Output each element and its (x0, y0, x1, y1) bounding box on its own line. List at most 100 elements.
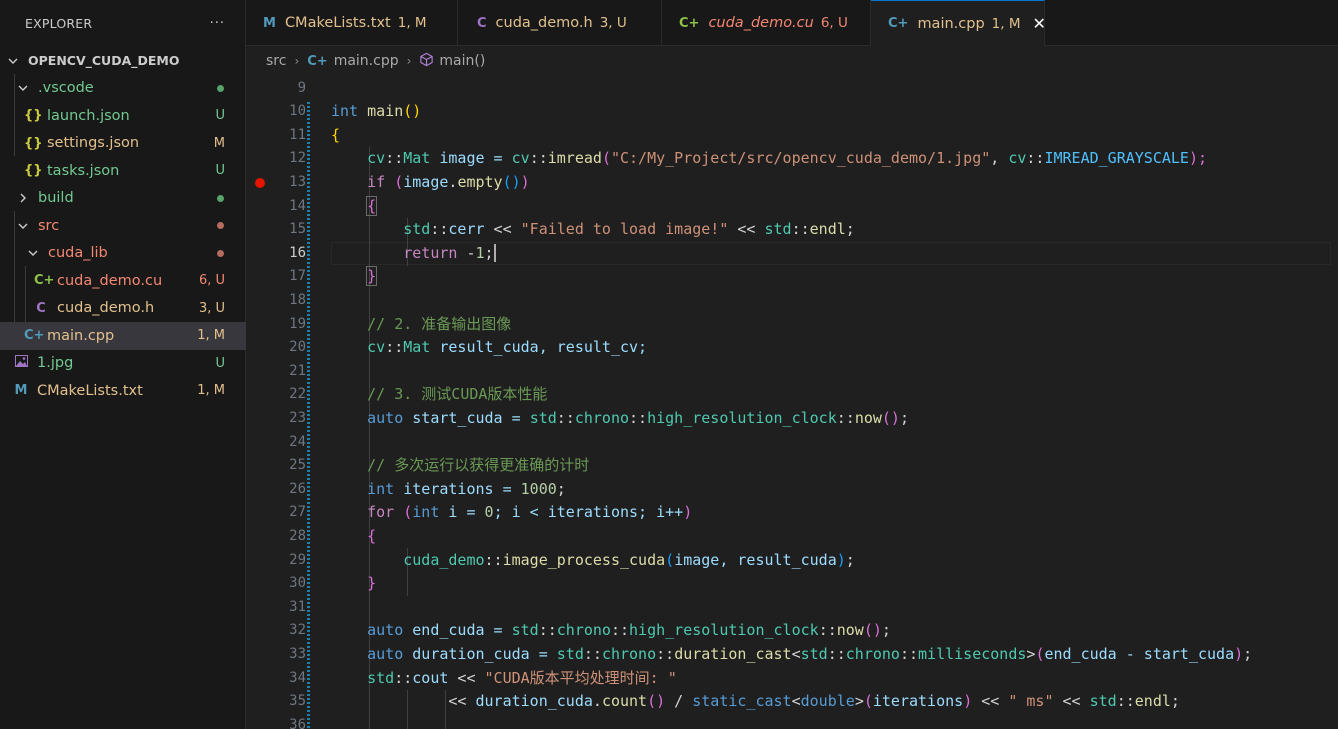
breadcrumb-folder[interactable]: src (266, 53, 286, 69)
image-file-icon (14, 355, 28, 371)
line-number: 32 (289, 622, 306, 639)
chevron-down-icon (26, 246, 40, 260)
chevron-right-icon: › (406, 54, 412, 68)
line-number: 10 (289, 103, 306, 120)
code-line: cuda_demo::image_process_cuda(image, res… (403, 550, 855, 569)
line-number: 14 (289, 197, 306, 214)
tree-root-label: OPENCV_CUDA_DEMO (28, 53, 180, 69)
problem-badge: 1, M (197, 383, 225, 399)
git-status-dot (217, 84, 224, 92)
tree-item-label: .vscode (38, 80, 94, 97)
tree-item-cuda-lib[interactable]: cuda_lib (0, 240, 246, 268)
breadcrumb-symbol[interactable]: main() (439, 53, 485, 69)
tab-cuda-demo-h[interactable]: C cuda_demo.h 3, U (458, 0, 662, 46)
tab-label: main.cpp (917, 15, 985, 32)
explorer-title: EXPLORER (25, 15, 93, 31)
line-number: 30 (289, 575, 306, 592)
tree-item-1-jpg[interactable]: 1.jpg U (0, 350, 246, 378)
close-icon[interactable]: ✕ (1032, 14, 1045, 33)
code-line: return -1; (403, 243, 496, 263)
code-line: } (366, 266, 378, 287)
line-number: 25 (289, 457, 306, 474)
tree-item-cuda-demo-h[interactable]: C cuda_demo.h 3, U (0, 295, 246, 323)
tab-cmakelists[interactable]: M CMakeLists.txt 1, M (246, 0, 458, 46)
code-line: if (image.empty()) (367, 173, 530, 191)
tab-badge: 1, M (397, 15, 427, 31)
c-header-icon: C (36, 300, 46, 316)
code-line: { (331, 125, 341, 144)
tab-label: cuda_demo.h (495, 15, 593, 31)
chevron-right-icon (16, 191, 30, 205)
chevron-down-icon (6, 54, 20, 68)
tree-item-build[interactable]: build (0, 185, 246, 213)
tree-item-cmakelists[interactable]: M CMakeLists.txt 1, M (0, 377, 246, 405)
line-number: 19 (289, 315, 306, 332)
tab-badge: 3, U (599, 15, 627, 31)
markdown-m-icon: M (14, 383, 28, 399)
tab-label: cuda_demo.cu (708, 15, 814, 31)
code-line: } (367, 574, 377, 593)
tree-item-main-cpp[interactable]: C+ main.cpp 1, M (0, 322, 246, 350)
tree-item-label: CMakeLists.txt (37, 382, 143, 399)
cpp-file-icon: C+ (34, 273, 55, 289)
line-number: 21 (289, 362, 306, 379)
code-line: int iterations = 1000; (367, 479, 566, 498)
tree-item-src[interactable]: src (0, 212, 246, 240)
tree-item-label: cuda_demo.h (57, 300, 155, 317)
file-tree: OPENCV_CUDA_DEMO .vscode {} launch.json … (0, 47, 246, 405)
line-number: 15 (289, 221, 306, 238)
git-status-dot (217, 194, 224, 202)
code-line: auto duration_cuda = std::chrono::durati… (367, 645, 1253, 663)
code-line: for (int i = 0; i < iterations; i++) (367, 503, 693, 522)
line-number: 11 (289, 126, 306, 143)
line-number: 16 (289, 244, 306, 261)
chevron-down-icon (16, 219, 30, 233)
tree-item-settings-json[interactable]: {} settings.json M (0, 130, 246, 158)
json-file-icon: {} (24, 135, 43, 151)
tree-item-tasks-json[interactable]: {} tasks.json U (0, 157, 246, 185)
tab-badge: 6, U (820, 15, 848, 31)
problem-badge: 3, U (198, 300, 225, 316)
line-number: 12 (289, 150, 306, 167)
git-modified-bar[interactable] (307, 102, 310, 729)
cpp-file-icon: C+ (888, 16, 909, 31)
symbol-method-icon (419, 52, 434, 71)
breakpoint-icon[interactable] (255, 178, 265, 188)
code-line: // 3. 测试CUDA版本性能 (367, 385, 548, 404)
breadcrumb-file[interactable]: main.cpp (334, 53, 399, 69)
code-editor[interactable]: 9 10 11 12 13 14 15 16 17 18 19 20 21 22… (246, 76, 1338, 729)
code-line: cv::Mat image = cv::imread("C:/My_Projec… (367, 149, 1208, 168)
editor-tab-bar: M CMakeLists.txt 1, M C cuda_demo.h 3, U… (246, 0, 1338, 46)
tab-main-cpp[interactable]: C+ main.cpp 1, M ✕ (871, 0, 1046, 46)
text-cursor (493, 244, 496, 263)
explorer-sidebar: EXPLORER ··· OPENCV_CUDA_DEMO .vscode {}… (0, 0, 246, 729)
git-status-dot (217, 249, 224, 257)
cpp-file-icon: C+ (679, 15, 700, 31)
line-number: 29 (289, 551, 306, 568)
problem-badge: 6, U (198, 273, 225, 289)
tree-item-launch-json[interactable]: {} launch.json U (0, 102, 246, 130)
tab-cuda-demo-cu[interactable]: C+ cuda_demo.cu 6, U (662, 0, 871, 46)
line-number: 34 (289, 669, 306, 686)
tab-badge: 1, M (991, 15, 1021, 32)
json-file-icon: {} (24, 108, 43, 124)
tree-root-opencv-cuda-demo[interactable]: OPENCV_CUDA_DEMO (0, 47, 246, 75)
code-line: // 多次运行以获得更准确的计时 (367, 456, 590, 475)
json-file-icon: {} (24, 163, 43, 179)
tree-item-cuda-demo-cu[interactable]: C+ cuda_demo.cu 6, U (0, 267, 246, 295)
tree-item-vscode[interactable]: .vscode (0, 75, 246, 103)
code-line: { (367, 527, 377, 545)
line-number: 22 (289, 386, 306, 403)
line-number: 23 (289, 410, 306, 426)
line-number: 28 (289, 528, 306, 544)
tree-item-label: tasks.json (47, 162, 120, 179)
line-number: 27 (289, 504, 306, 521)
git-status-badge: M (213, 135, 225, 151)
more-actions-button[interactable]: ··· (210, 16, 225, 31)
line-number: 17 (289, 268, 306, 285)
git-status-badge: U (215, 108, 225, 124)
tab-label: CMakeLists.txt (284, 15, 391, 31)
line-number: 20 (289, 339, 306, 356)
explorer-header: EXPLORER ··· (0, 0, 245, 46)
code-line: std::cout << "CUDA版本平均处理时间: " (367, 668, 677, 687)
